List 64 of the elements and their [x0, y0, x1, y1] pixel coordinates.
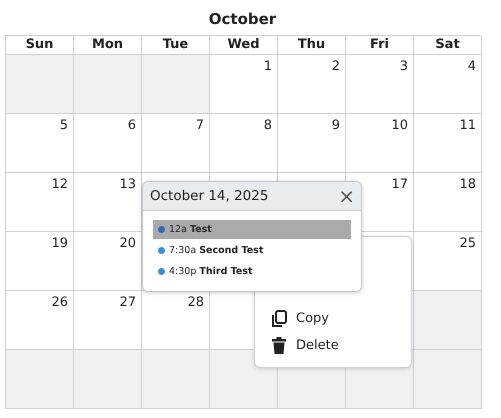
day-cell[interactable]: [142, 55, 210, 114]
day-cell[interactable]: [414, 350, 482, 409]
day-cell[interactable]: 11: [414, 114, 482, 173]
day-cell[interactable]: 4: [414, 55, 482, 114]
day-cell[interactable]: [414, 291, 482, 350]
day-cell[interactable]: [6, 350, 74, 409]
menu-item[interactable]: Copy: [271, 309, 411, 328]
day-cell[interactable]: 1: [210, 55, 278, 114]
day-number: 2: [332, 59, 340, 74]
day-cell[interactable]: 19: [6, 232, 74, 291]
day-cell[interactable]: [74, 55, 142, 114]
day-cell[interactable]: 2: [278, 55, 346, 114]
day-number: 3: [400, 59, 408, 74]
day-number: 25: [459, 236, 476, 251]
day-number: 12: [51, 177, 68, 192]
event-item[interactable]: 7:30a Second Test: [153, 241, 351, 260]
day-number: 4: [468, 59, 476, 74]
day-cell[interactable]: [142, 350, 210, 409]
event-item[interactable]: 12a Test: [153, 220, 351, 239]
day-number: 17: [391, 177, 408, 192]
day-cell[interactable]: 20: [74, 232, 142, 291]
copy-icon: [271, 310, 287, 328]
event-item[interactable]: 4:30p Third Test: [153, 262, 351, 281]
day-number: 18: [459, 177, 476, 192]
day-number: 8: [264, 118, 272, 133]
day-cell[interactable]: [6, 55, 74, 114]
day-cell[interactable]: 12: [6, 173, 74, 232]
menu-item[interactable]: Delete: [271, 336, 411, 355]
day-number: 13: [119, 177, 136, 192]
event-text: 7:30a Second Test: [169, 245, 264, 256]
day-number: 7: [196, 118, 204, 133]
event-text: 12a Test: [169, 224, 212, 235]
day-cell[interactable]: 8: [210, 114, 278, 173]
day-number: 26: [51, 295, 68, 310]
day-cell[interactable]: [210, 350, 278, 409]
trash-icon: [271, 337, 287, 354]
day-number: 19: [51, 236, 68, 251]
day-number: 28: [187, 295, 204, 310]
day-cell[interactable]: 9: [278, 114, 346, 173]
day-cell[interactable]: 10: [346, 114, 414, 173]
day-cell[interactable]: 6: [74, 114, 142, 173]
day-number: 6: [128, 118, 136, 133]
day-cell[interactable]: [74, 350, 142, 409]
day-number: 10: [391, 118, 408, 133]
menu-item-label: Delete: [296, 338, 339, 353]
popover-title: October 14, 2025: [150, 188, 268, 204]
day-cell[interactable]: 5: [6, 114, 74, 173]
day-cell[interactable]: 7: [142, 114, 210, 173]
menu-item-label: Copy: [296, 311, 329, 326]
day-cell[interactable]: 28: [142, 291, 210, 350]
day-number: 5: [60, 118, 68, 133]
day-number: 20: [119, 236, 136, 251]
day-number: 11: [459, 118, 476, 133]
day-number: 1: [264, 59, 272, 74]
day-number: 27: [119, 295, 136, 310]
event-text: 4:30p Third Test: [169, 266, 253, 277]
day-cell[interactable]: 27: [74, 291, 142, 350]
day-number: 9: [332, 118, 340, 133]
month-title: October: [208, 9, 278, 30]
day-cell[interactable]: 25: [414, 232, 482, 291]
day-cell[interactable]: 26: [6, 291, 74, 350]
day-cell[interactable]: 3: [346, 55, 414, 114]
day-cell[interactable]: 13: [74, 173, 142, 232]
day-cell[interactable]: 18: [414, 173, 482, 232]
